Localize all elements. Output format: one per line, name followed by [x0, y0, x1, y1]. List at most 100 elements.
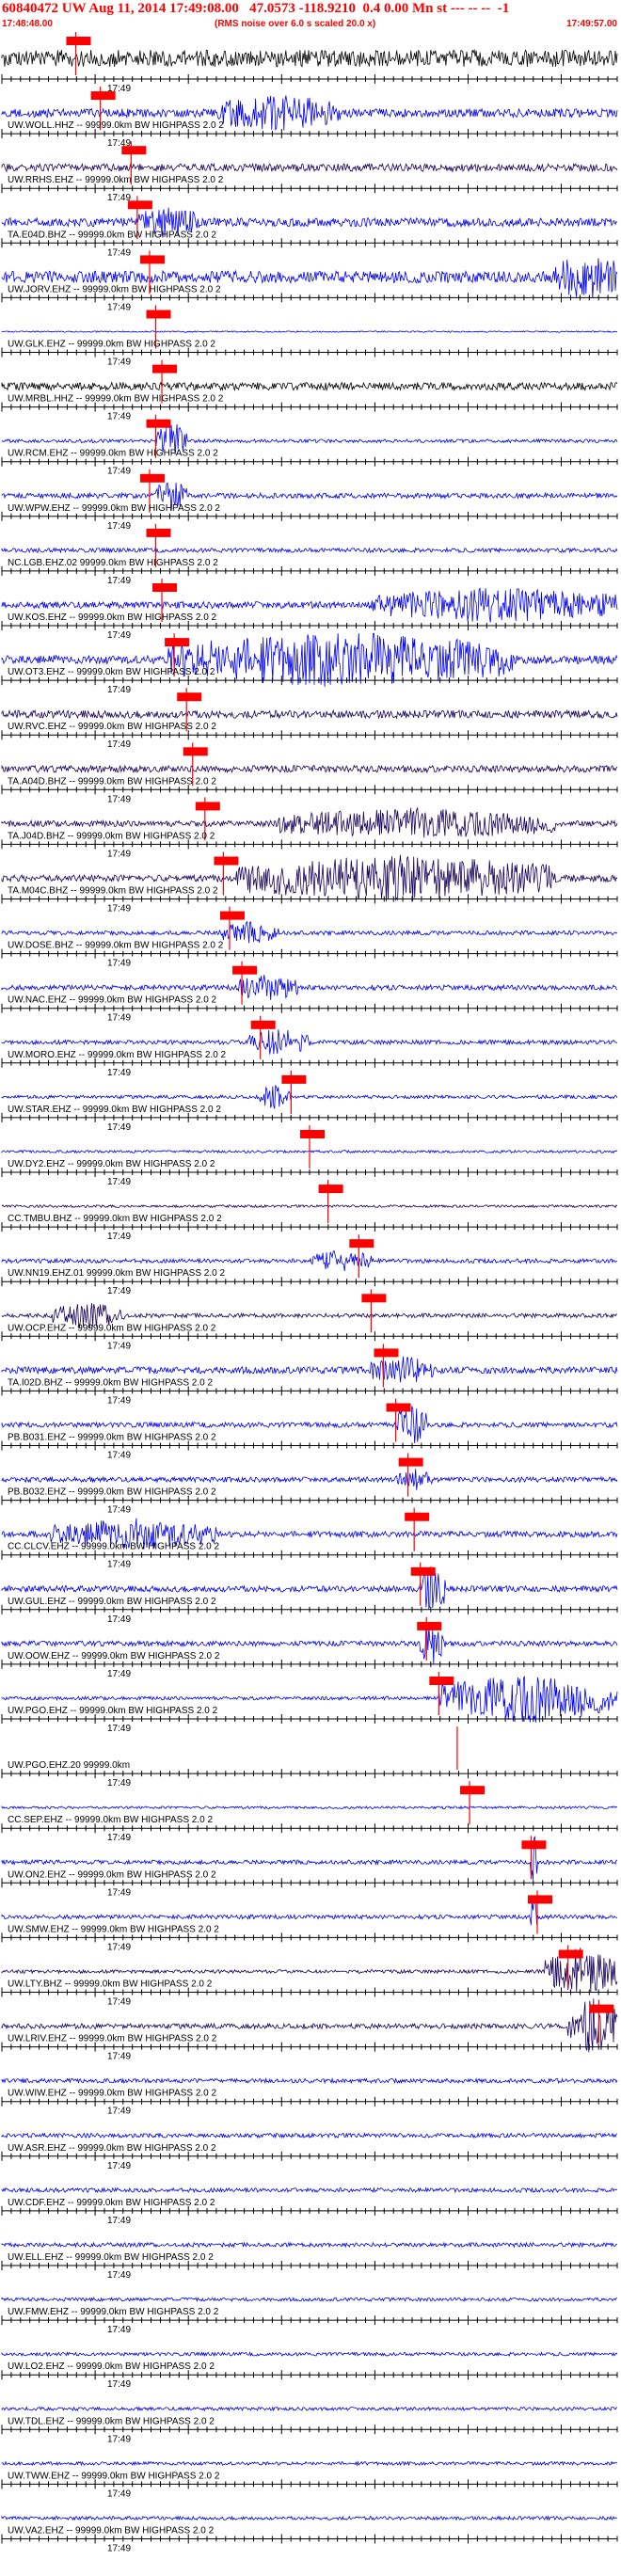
station-label-32: CC.SEP.EHZ -- 99999.0km BW HIGHPASS 2.0 … — [8, 1815, 213, 1825]
pick-marker-19 — [281, 1074, 307, 1084]
station-label-28: UW.GUL.EHZ -- 99999.0km BW HIGHPASS 2.0 … — [8, 1597, 216, 1607]
station-label-42: UW.LO2.EHZ -- 99999.0km BW HIGHPASS 2.0 … — [8, 2361, 215, 2372]
trace-31: 17:49 UW.PGO.EHZ.20 99999.0km — [1, 1726, 618, 1789]
station-label-4: UW.JORV.EHZ -- 99999.0km BW HIGHPASS 2.0… — [8, 284, 221, 294]
station-label-27: CC.CLCV.EHZ -- 99999.0km BW HIGHPASS 2.0… — [8, 1542, 220, 1552]
trace-6: 17:49 UW.MRBL.HHZ -- 99999.0km BW HIGHPAS… — [1, 359, 618, 422]
tick-label-15: 17:49 — [107, 904, 131, 914]
station-label-35: UW.LTY.BHZ -- 99999.0km BW HIGHPASS 2.0 … — [8, 1980, 213, 1990]
trace-25: 17:49 PB.B031.EHZ -- 99999.0km BW HIGHPAS… — [1, 1398, 618, 1461]
tick-label-6: 17:49 — [107, 412, 131, 422]
station-label-21: CC.TMBU.BHZ -- 99999.0km BW HIGHPASS 2.0… — [8, 1214, 222, 1224]
trace-23: 17:49 UW.OCP.EHZ -- 99999.0km BW HIGHPASS… — [1, 1289, 618, 1351]
trace-1: 17:49UW.WOLL.HHZ -- 99999.0km BW HIGHPAS… — [1, 87, 618, 149]
trace-19: 17:49 UW.STAR.EHZ -- 99999.0km BW HIGHPAS… — [1, 1070, 618, 1133]
tick-label-4: 17:49 — [107, 302, 131, 312]
station-label-10: UW.KOS.EHZ -- 99999.0km BW HIGHPASS 2.0 … — [8, 612, 217, 623]
pick-marker-17 — [232, 965, 258, 975]
tick-label-36: 17:49 — [107, 2052, 131, 2062]
tick-label-39: 17:49 — [107, 2216, 131, 2226]
trace-0: 17:49 — [1, 32, 618, 94]
station-label-9: NC.LGB.EHZ.02 99999.0km BW HIGHPASS 2.0 … — [8, 558, 218, 568]
tick-label-9: 17:49 — [107, 576, 131, 586]
tick-label-22: 17:49 — [107, 1286, 131, 1296]
station-label-1: UW.WOLL.HHZ -- 99999.0km BW HIGHPASS 2.0… — [8, 120, 224, 131]
pick-marker-4 — [139, 255, 165, 264]
waveform-37 — [1, 2076, 618, 2085]
tick-label-7: 17:49 — [107, 467, 131, 477]
waveform-9 — [1, 547, 618, 554]
trace-13: 17:49 TA.A04D.BHZ -- 99999.0km BW HIGHPAS… — [1, 742, 618, 804]
tick-label-28: 17:49 — [107, 1614, 131, 1625]
trace-30: 17:49 UW.PGO.EHZ -- 99999.0km BW HIGHPASS… — [1, 1672, 618, 1734]
trace-18: 17:49 UW.MORO.EHZ -- 99999.0km BW HIGHPAS… — [1, 1015, 618, 1078]
trace-43: 17:49 UW.TDL.EHZ -- 99999.0km BW HIGHPASS… — [1, 2406, 618, 2444]
waveform-11 — [1, 632, 618, 687]
tick-label-35: 17:49 — [107, 1997, 131, 2008]
tick-label-12: 17:49 — [107, 739, 131, 750]
station-label-14: TA.J04D.BHZ -- 99999.0km BW HIGHPASS 2.0… — [8, 831, 215, 841]
pick-marker-0 — [66, 37, 91, 45]
tick-label-5: 17:49 — [107, 358, 131, 368]
pick-marker-11 — [165, 638, 190, 647]
station-label-31: UW.PGO.EHZ.20 99999.0km — [8, 1760, 130, 1771]
station-label-3: TA.E04D.BHZ -- 99999.0km BW HIGHPASS 2.0… — [8, 230, 216, 240]
pick-marker-23 — [361, 1294, 387, 1303]
station-label-13: TA.A04D.BHZ -- 99999.0km BW HIGHPASS 2.0… — [8, 776, 216, 787]
pick-marker-30 — [429, 1677, 454, 1685]
tick-label-25: 17:49 — [107, 1451, 131, 1461]
waveform-45 — [1, 2515, 618, 2521]
waveform-34 — [1, 1897, 618, 1926]
pick-marker-35 — [558, 1949, 583, 1959]
trace-44: 17:49 UW.TWW.EHZ -- 99999.0km BW HIGHPASS… — [1, 2460, 618, 2499]
waveform-42 — [1, 2351, 618, 2358]
trace-9: 17:49 NC.LGB.EHZ.02 99999.0km BW HIGHPASS… — [1, 523, 618, 586]
tick-label-3: 17:49 — [107, 247, 131, 258]
station-label-16: UW.DOSE.BHZ -- 99999.0km BW HIGHPASS 2.0… — [8, 941, 224, 951]
trace-38: 17:49 UW.ASR.EHZ -- 99999.0km BW HIGHPASS… — [1, 2132, 618, 2171]
trace-5: 17:49 UW.GLK.EHZ -- 99999.0km BW HIGHPASS… — [1, 305, 618, 368]
trace-12: 17:49 UW.RVC.EHZ -- 99999.0km BW HIGHPASS… — [1, 688, 618, 750]
station-label-7: UW.RCM.EHZ -- 99999.0km BW HIGHPASS 2.0 … — [8, 449, 218, 459]
trace-20: 17:49 UW.DY2.EHZ -- 99999.0km BW HIGHPASS… — [1, 1125, 618, 1187]
pick-marker-1 — [90, 91, 116, 101]
trace-11: 17:49 UW.OT3.EHZ -- 99999.0km BW HIGHPASS… — [1, 632, 618, 695]
trace-7: 17:49 UW.RCM.EHZ -- 99999.0km BW HIGHPASS… — [1, 414, 618, 477]
trace-24: 17:49 TA.I02D.BHZ -- 99999.0km BW HIGHPAS… — [1, 1344, 618, 1406]
pick-marker-6 — [152, 364, 178, 374]
station-label-36: UW.LRIV.EHZ -- 99999.0km BW HIGHPASS 2.0… — [8, 2034, 217, 2044]
waveform-44 — [1, 2460, 618, 2467]
tick-label-18: 17:49 — [107, 1068, 131, 1078]
tick-label-10: 17:49 — [107, 630, 131, 641]
trace-29: 17:49 UW.OOW.EHZ -- 99999.0km BW HIGHPASS… — [1, 1616, 618, 1679]
tick-label-29: 17:49 — [107, 1669, 131, 1679]
waveform-2 — [1, 162, 618, 173]
trace-33: 17:49 UW.ON2.EHZ -- 99999.0km BW HIGHPASS… — [1, 1836, 618, 1898]
station-label-30: UW.PGO.EHZ -- 99999.0km BW HIGHPASS 2.0 … — [8, 1706, 218, 1716]
tick-label-8: 17:49 — [107, 521, 131, 532]
pick-marker-15 — [214, 856, 239, 866]
pick-marker-27 — [405, 1512, 430, 1521]
tick-label-24: 17:49 — [107, 1395, 131, 1406]
trace-36: 17:49 UW.LRIV.EHZ -- 99999.0km BW HIGHPAS… — [1, 1998, 618, 2062]
tick-label-19: 17:49 — [107, 1122, 131, 1133]
tick-label-13: 17:49 — [107, 794, 131, 804]
station-label-33: UW.ON2.EHZ -- 99999.0km BW HIGHPASS 2.0 … — [8, 1869, 216, 1880]
trace-40: 17:49 UW.ELL.EHZ -- 99999.0km BW HIGHPASS… — [1, 2241, 618, 2281]
trace-37: 17:49 UW.WIW.EHZ -- 99999.0km BW HIGHPASS… — [1, 2076, 618, 2117]
pick-marker-28 — [410, 1566, 436, 1576]
station-label-44: UW.TWW.EHZ -- 99999.0km BW HIGHPASS 2.0 … — [8, 2471, 220, 2481]
waveform-40 — [1, 2241, 618, 2249]
tick-label-40: 17:49 — [107, 2270, 131, 2281]
waveform-5 — [1, 330, 617, 333]
trace-41: 17:49 UW.FMW.EHZ -- 99999.0km BW HIGHPASS… — [1, 2296, 618, 2335]
waveform-38 — [1, 2132, 618, 2139]
trace-21: 17:49 CC.TMBU.BHZ -- 99999.0km BW HIGHPAS… — [1, 1180, 618, 1242]
pick-marker-2 — [121, 146, 147, 155]
station-label-25: PB.B031.EHZ -- 99999.0km BW HIGHPASS 2.0… — [8, 1433, 216, 1443]
pick-marker-36 — [589, 2004, 614, 2013]
tick-label-44: 17:49 — [107, 2489, 131, 2499]
trace-42: 17:49 UW.LO2.EHZ -- 99999.0km BW HIGHPASS… — [1, 2351, 618, 2390]
tick-label-45: 17:49 — [107, 2544, 131, 2554]
waveform-43 — [1, 2406, 618, 2412]
